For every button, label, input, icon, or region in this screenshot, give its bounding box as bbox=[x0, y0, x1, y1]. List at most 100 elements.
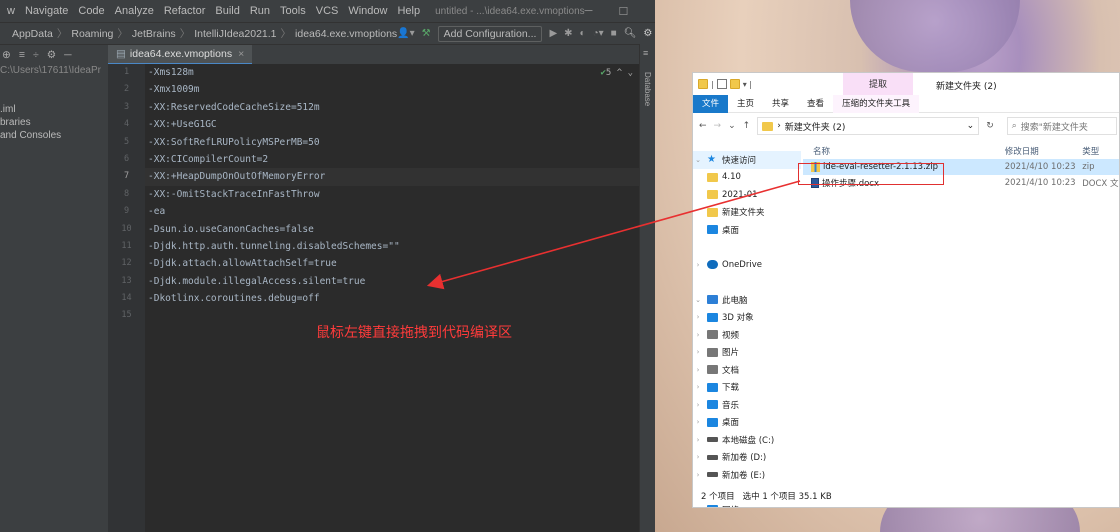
database-tool-button[interactable]: Database bbox=[643, 72, 652, 106]
project-item[interactable]: and Consoles bbox=[0, 129, 108, 142]
code-line[interactable]: -Djdk.attach.allowAttachSelf=true bbox=[145, 255, 639, 272]
menu-item-analyze[interactable]: Analyze bbox=[115, 5, 154, 17]
menu-item-window[interactable]: Window bbox=[348, 5, 387, 17]
menu-item-refactor[interactable]: Refactor bbox=[164, 5, 206, 17]
menu-item-help[interactable]: Help bbox=[397, 5, 420, 17]
recent-icon[interactable]: ⌄ bbox=[728, 121, 736, 131]
search-icon[interactable]: 🔍︎ bbox=[624, 28, 637, 39]
new-folder-icon[interactable] bbox=[729, 79, 740, 89]
code-line[interactable]: -XX:ReservedCodeCacheSize=512m bbox=[145, 99, 639, 116]
code-line[interactable]: -XX:+HeapDumpOnOutOfMemoryError bbox=[145, 168, 639, 186]
coverage-icon[interactable]: ◐ bbox=[580, 28, 586, 39]
nav-item[interactable]: 4.10 bbox=[693, 169, 801, 187]
menu-item-navigate[interactable]: Navigate bbox=[25, 5, 68, 17]
close-tab-icon[interactable]: × bbox=[238, 48, 244, 60]
collapse-icon[interactable]: ≡ bbox=[19, 49, 25, 61]
column-name[interactable]: 名称 bbox=[803, 145, 1005, 157]
back-icon[interactable]: ← bbox=[699, 121, 707, 131]
tab-vmoptions[interactable]: ▤ idea64.exe.vmoptions × bbox=[108, 44, 253, 65]
nav-item[interactable]: › 视频 bbox=[693, 326, 801, 344]
up-icon[interactable]: ↑ bbox=[743, 121, 751, 131]
expand-arrow-icon[interactable]: ⌄ bbox=[693, 156, 703, 164]
nav-item[interactable]: › 新加卷 (E:) bbox=[693, 466, 801, 484]
nav-item[interactable]: › 图片 bbox=[693, 344, 801, 362]
expand-arrow-icon[interactable]: › bbox=[693, 261, 703, 269]
minimize-icon[interactable]: ─ bbox=[585, 5, 593, 18]
code-line[interactable]: -Xms128m bbox=[145, 64, 639, 81]
column-type[interactable]: 类型 bbox=[1082, 145, 1119, 157]
nav-item[interactable]: ⌄ 此电脑 bbox=[693, 291, 801, 309]
breadcrumb-item[interactable]: idea64.exe.vmoptions bbox=[295, 28, 397, 40]
stop-icon[interactable]: ■ bbox=[611, 28, 617, 39]
gear-icon[interactable]: ⚙ bbox=[47, 49, 56, 61]
expand-arrow-icon[interactable]: ⌄ bbox=[693, 296, 703, 304]
expand-arrow-icon[interactable]: › bbox=[693, 401, 703, 409]
menu-item-tools[interactable]: Tools bbox=[280, 5, 306, 17]
nav-item[interactable]: › 新加卷 (D:) bbox=[693, 449, 801, 467]
hide-icon[interactable]: ─ bbox=[64, 49, 71, 61]
run-icon[interactable]: ▶ bbox=[549, 28, 557, 39]
user-icon[interactable]: 👤▾ bbox=[397, 28, 414, 39]
expand-icon[interactable]: ÷ bbox=[33, 49, 39, 61]
expand-arrow-icon[interactable]: › bbox=[693, 453, 703, 461]
nav-item[interactable]: › 下载 bbox=[693, 379, 801, 397]
expand-arrow-icon[interactable]: › bbox=[693, 471, 703, 479]
code-line[interactable]: -XX:+UseG1GC bbox=[145, 116, 639, 133]
code-line[interactable]: -Djdk.http.auth.tunneling.disabledScheme… bbox=[145, 238, 639, 255]
ribbon-tab-view[interactable]: 查看 bbox=[798, 95, 833, 113]
globe-icon[interactable]: ⊕ bbox=[2, 49, 11, 61]
code-line[interactable]: -Dsun.io.useCanonCaches=false bbox=[145, 221, 639, 238]
code-line[interactable]: -Dkotlinx.coroutines.debug=off bbox=[145, 290, 639, 307]
expand-arrow-icon[interactable]: › bbox=[693, 383, 703, 391]
nav-item[interactable]: 新建文件夹 bbox=[693, 204, 801, 222]
inspection-widget[interactable]: ✔5 ^ ⌄ bbox=[600, 68, 633, 78]
nav-item[interactable]: 2021-01 bbox=[693, 186, 801, 204]
expand-arrow-icon[interactable]: › bbox=[693, 331, 703, 339]
nav-item[interactable]: › 3D 对象 bbox=[693, 309, 801, 327]
project-item[interactable]: braries bbox=[0, 116, 108, 129]
chevron-down-icon[interactable]: ▾ | bbox=[743, 80, 752, 89]
ribbon-tab-file[interactable]: 文件 bbox=[693, 94, 729, 113]
code-line[interactable]: -Xmx1009m bbox=[145, 81, 639, 98]
breadcrumb-item[interactable]: Roaming bbox=[71, 28, 113, 40]
refresh-icon[interactable]: ↻ bbox=[986, 121, 994, 131]
menu-item-run[interactable]: Run bbox=[250, 5, 270, 17]
expand-arrow-icon[interactable]: › bbox=[693, 366, 703, 374]
menu-item-view[interactable]: w bbox=[7, 5, 15, 17]
hammer-icon[interactable]: ⚒ bbox=[422, 28, 431, 39]
menu-icon[interactable]: ≡ bbox=[643, 48, 655, 58]
project-root[interactable]: C:\Users\17611\IdeaPr bbox=[0, 64, 108, 77]
forward-icon[interactable]: → bbox=[714, 121, 722, 131]
expand-arrow-icon[interactable]: › bbox=[693, 436, 703, 444]
expand-arrow-icon[interactable]: › bbox=[693, 418, 703, 426]
nav-item[interactable]: 桌面 bbox=[693, 221, 801, 239]
code-line[interactable]: -XX:SoftRefLRUPolicyMSPerMB=50 bbox=[145, 134, 639, 151]
nav-item[interactable]: › 文档 bbox=[693, 361, 801, 379]
maximize-icon[interactable]: ☐ bbox=[618, 5, 628, 18]
nav-item[interactable]: › 音乐 bbox=[693, 396, 801, 414]
code-line[interactable]: -XX:CICompilerCount=2 bbox=[145, 151, 639, 168]
column-date[interactable]: 修改日期 bbox=[1005, 145, 1082, 157]
menu-item-code[interactable]: Code bbox=[78, 5, 104, 17]
settings-icon[interactable]: ⚙ bbox=[643, 28, 652, 39]
profile-icon[interactable]: ◔▾ bbox=[593, 28, 604, 39]
breadcrumb-item[interactable]: AppData bbox=[12, 28, 53, 40]
nav-item[interactable]: ⌄ ★ 快速访问 bbox=[693, 151, 801, 169]
project-item[interactable]: .iml bbox=[0, 103, 108, 116]
nav-item[interactable]: › 桌面 bbox=[693, 414, 801, 432]
address-dropdown-icon[interactable]: ⌄ bbox=[967, 121, 975, 131]
search-box[interactable]: ⌕ 搜索"新建文件夹 bbox=[1006, 117, 1117, 135]
breadcrumb-item[interactable]: IntelliJIdea2021.1 bbox=[194, 28, 276, 40]
expand-arrow-icon[interactable]: › bbox=[693, 348, 703, 356]
ribbon-tab-home[interactable]: 主页 bbox=[728, 95, 763, 113]
debug-icon[interactable]: ✱ bbox=[564, 28, 572, 39]
nav-item[interactable]: › 本地磁盘 (C:) bbox=[693, 431, 801, 449]
menu-item-build[interactable]: Build bbox=[215, 5, 239, 17]
address-bar[interactable]: › 新建文件夹 (2) ⌄ bbox=[757, 117, 980, 135]
extract-tab[interactable]: 提取 bbox=[843, 73, 913, 95]
nav-item[interactable]: › OneDrive bbox=[693, 256, 801, 274]
ribbon-tab-compressed-tools[interactable]: 压缩的文件夹工具 bbox=[833, 94, 920, 113]
add-configuration-button[interactable]: Add Configuration... bbox=[437, 25, 543, 42]
code-editor[interactable]: ✔5 ^ ⌄ -Xms128m -Xmx1009m -XX:ReservedCode… bbox=[145, 64, 639, 532]
breadcrumb-item[interactable]: JetBrains bbox=[132, 28, 176, 40]
